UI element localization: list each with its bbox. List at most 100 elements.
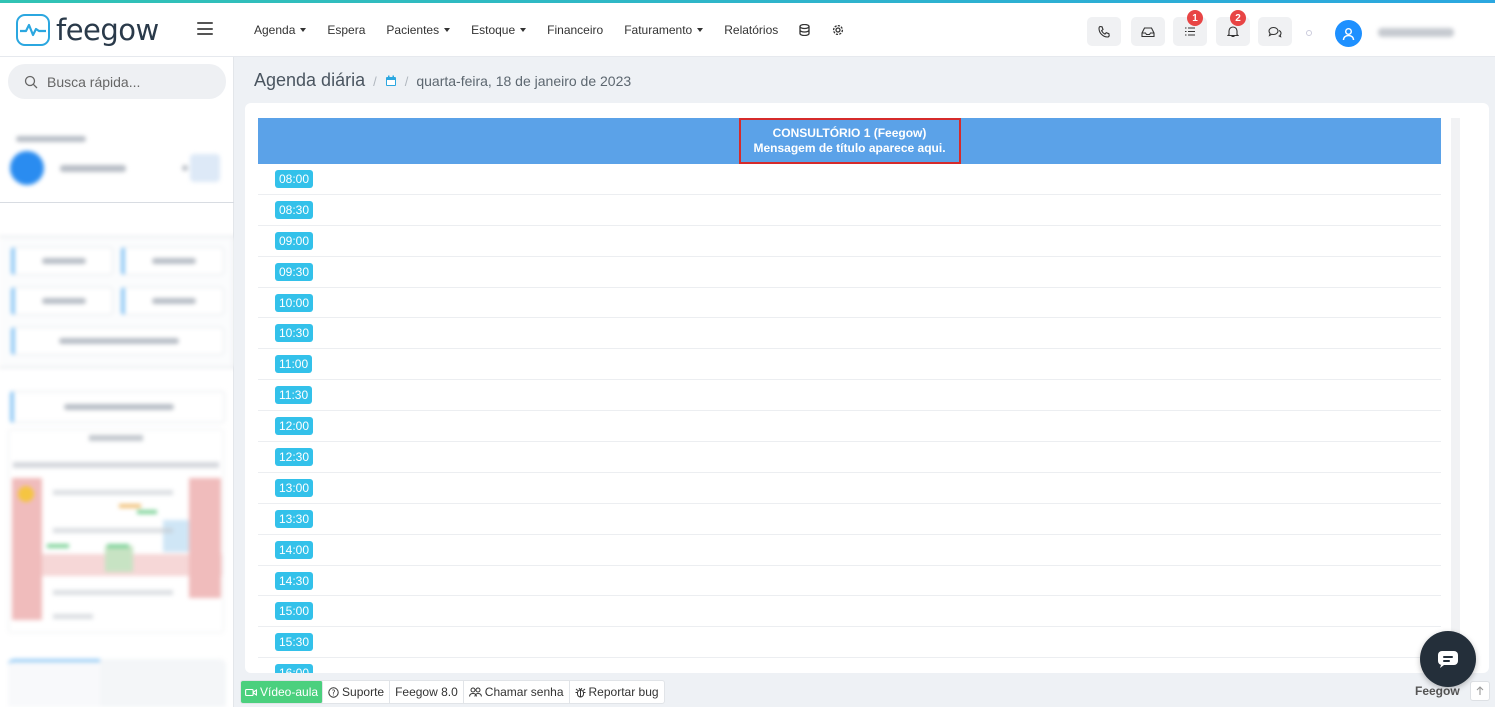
sidebar bbox=[0, 57, 234, 707]
time-slot-row[interactable]: 10:00 bbox=[258, 288, 1441, 319]
time-slot-label[interactable]: 09:00 bbox=[275, 231, 314, 250]
time-slot-row[interactable]: 09:00 bbox=[258, 226, 1441, 257]
sidebar-bottom-tabs bbox=[8, 659, 226, 707]
breadcrumb-separator: / bbox=[404, 74, 409, 89]
time-slot-label[interactable]: 13:00 bbox=[275, 478, 314, 497]
time-slot-row[interactable]: 08:30 bbox=[258, 195, 1441, 226]
top-bar: feegow Agenda Espera Pacientes Estoque F… bbox=[0, 3, 1495, 57]
sidebar-calendar-button[interactable] bbox=[10, 391, 225, 423]
chat-bubbles-icon bbox=[1268, 26, 1282, 38]
logo-text: feegow bbox=[56, 13, 159, 47]
chat-widget-button[interactable] bbox=[1420, 631, 1476, 687]
logo-pulse-icon bbox=[16, 14, 50, 46]
time-slot-label[interactable]: 12:00 bbox=[275, 417, 314, 436]
time-slot-label[interactable]: 10:30 bbox=[275, 324, 314, 343]
search-icon bbox=[24, 75, 38, 88]
time-slot-row[interactable]: 12:00 bbox=[258, 411, 1441, 443]
schedule-scrollbar[interactable] bbox=[1451, 118, 1460, 673]
room-message: Mensagem de título aparece aqui. bbox=[753, 141, 946, 155]
users-icon bbox=[468, 687, 482, 697]
time-slot-row[interactable]: 13:30 bbox=[258, 504, 1441, 535]
nav-financeiro[interactable]: Financeiro bbox=[547, 23, 603, 37]
time-slot-label[interactable]: 14:00 bbox=[275, 540, 314, 559]
breadcrumb-date: quarta-feira, 18 de janeiro de 2023 bbox=[416, 73, 632, 89]
logo[interactable]: feegow bbox=[16, 13, 159, 47]
mini-calendar[interactable] bbox=[8, 429, 224, 633]
footer-bar: Vídeo-aula ? Suporte Feegow 8.0 Chamar s… bbox=[240, 680, 665, 704]
time-slot-label[interactable]: 08:30 bbox=[275, 200, 314, 219]
user-avatar[interactable] bbox=[1335, 20, 1362, 47]
video-camera-icon bbox=[245, 688, 257, 696]
arrow-up-icon bbox=[1476, 686, 1484, 695]
time-slot-row[interactable]: 15:00 bbox=[258, 596, 1441, 628]
time-slot-label[interactable]: 12:30 bbox=[275, 447, 314, 466]
notifications-badge: 2 bbox=[1230, 10, 1246, 26]
sidebar-divider bbox=[0, 202, 234, 203]
search-input[interactable] bbox=[47, 73, 207, 90]
time-slot-label[interactable]: 14:30 bbox=[275, 571, 314, 590]
sidebar-tab[interactable] bbox=[8, 659, 100, 707]
nav-estoque[interactable]: Estoque bbox=[471, 23, 527, 37]
quick-search bbox=[8, 64, 226, 99]
nav-agenda[interactable]: Agenda bbox=[254, 23, 307, 37]
professional-avatar bbox=[10, 151, 44, 185]
time-slot-label[interactable]: 11:00 bbox=[275, 355, 313, 374]
sidebar-actions bbox=[0, 236, 234, 368]
main-content: Agenda diária / / quarta-feira, 18 de ja… bbox=[234, 57, 1495, 707]
sidebar-action-button[interactable] bbox=[121, 287, 224, 315]
inbox-button[interactable] bbox=[1131, 17, 1165, 46]
notifications-button[interactable]: 2 bbox=[1216, 10, 1250, 46]
time-slot-row[interactable]: 08:00 bbox=[258, 164, 1441, 195]
video-lesson-button[interactable]: Vídeo-aula bbox=[241, 681, 324, 703]
room-name: CONSULTÓRIO 1 (Feegow) bbox=[772, 126, 927, 140]
time-slot-row[interactable]: 12:30 bbox=[258, 442, 1441, 473]
phone-button[interactable] bbox=[1087, 17, 1121, 46]
sidebar-action-button[interactable] bbox=[11, 247, 113, 275]
time-slot-row[interactable]: 10:30 bbox=[258, 318, 1441, 350]
time-slot-row[interactable]: 15:30 bbox=[258, 627, 1441, 659]
time-slot-label[interactable]: 15:00 bbox=[275, 602, 314, 621]
time-slot-row[interactable]: 09:30 bbox=[258, 257, 1441, 288]
calendar-icon[interactable] bbox=[385, 75, 397, 87]
schedule-panel: CONSULTÓRIO 1 (Feegow) Mensagem de títul… bbox=[245, 103, 1489, 673]
tasks-badge: 1 bbox=[1187, 10, 1203, 26]
time-slot-label[interactable]: 13:30 bbox=[275, 509, 314, 528]
chevron-down-icon bbox=[520, 28, 527, 32]
professional-name-redacted bbox=[60, 165, 126, 172]
scroll-top-button[interactable] bbox=[1470, 681, 1490, 701]
time-slot-label[interactable]: 16:00 bbox=[275, 664, 314, 673]
time-slot-row[interactable]: 11:00 bbox=[258, 349, 1441, 381]
support-button[interactable]: ? Suporte bbox=[323, 681, 391, 703]
nav-pacientes[interactable]: Pacientes bbox=[386, 23, 451, 37]
time-slot-row[interactable]: 14:30 bbox=[258, 566, 1441, 597]
sidebar-action-button-wide[interactable] bbox=[11, 327, 224, 355]
user-name-redacted[interactable] bbox=[1378, 28, 1454, 37]
report-bug-button[interactable]: Reportar bug bbox=[570, 681, 664, 703]
gear-icon[interactable] bbox=[832, 24, 844, 36]
nav-relatorios[interactable]: Relatórios bbox=[724, 23, 778, 37]
time-slot-label[interactable]: 15:30 bbox=[275, 633, 314, 652]
time-slot-label[interactable]: 11:30 bbox=[275, 386, 313, 405]
database-icon[interactable] bbox=[799, 23, 811, 37]
schedule-header: CONSULTÓRIO 1 (Feegow) Mensagem de títul… bbox=[258, 118, 1441, 164]
time-slot-row[interactable]: 14:00 bbox=[258, 535, 1441, 566]
tasks-button[interactable]: 1 bbox=[1173, 10, 1207, 46]
professional-selector[interactable] bbox=[10, 151, 224, 185]
professional-action-button[interactable] bbox=[190, 154, 220, 182]
svg-text:?: ? bbox=[332, 688, 336, 697]
mini-calendar-grid bbox=[12, 435, 222, 620]
sidebar-action-button[interactable] bbox=[11, 287, 113, 315]
time-slot-row[interactable]: 16:00 bbox=[258, 658, 1441, 673]
nav-espera[interactable]: Espera bbox=[327, 23, 365, 37]
phone-icon bbox=[1098, 25, 1110, 38]
time-slot-label[interactable]: 08:00 bbox=[275, 169, 314, 188]
menu-toggle-icon[interactable] bbox=[197, 22, 213, 35]
time-slot-label[interactable]: 09:30 bbox=[275, 262, 314, 281]
sidebar-action-button[interactable] bbox=[121, 247, 224, 275]
nav-faturamento[interactable]: Faturamento bbox=[624, 23, 704, 37]
time-slot-row[interactable]: 11:30 bbox=[258, 380, 1441, 412]
time-slot-label[interactable]: 10:00 bbox=[275, 293, 314, 312]
chat-button[interactable] bbox=[1258, 17, 1292, 46]
call-ticket-button[interactable]: Chamar senha bbox=[464, 681, 570, 703]
time-slot-row[interactable]: 13:00 bbox=[258, 473, 1441, 504]
